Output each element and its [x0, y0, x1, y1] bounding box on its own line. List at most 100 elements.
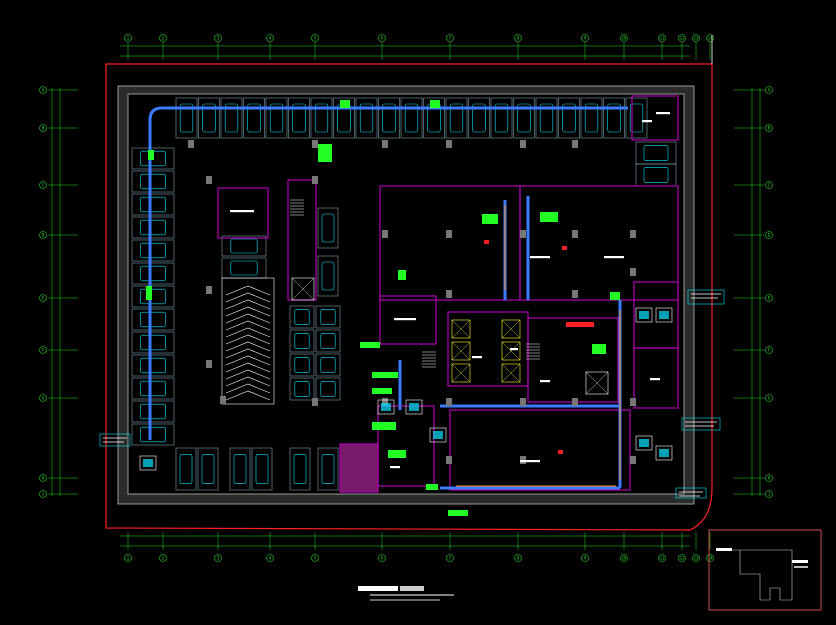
axis-label-top: 1	[127, 36, 130, 41]
axis-label-top: 9	[584, 36, 587, 41]
equipment-tag	[426, 484, 438, 490]
axis-label-bottom: 13	[694, 556, 699, 561]
column	[520, 140, 526, 148]
axis-label-top: 5	[314, 36, 317, 41]
column	[572, 230, 578, 238]
axis-label-right: D	[768, 233, 771, 238]
room-label	[656, 112, 670, 115]
axis-label-bottom: 6	[381, 556, 384, 561]
axis-label-bottom: 11	[660, 556, 665, 561]
axis-label-bottom: 10	[622, 556, 627, 561]
axis-label-top: 7	[449, 36, 452, 41]
axis-label-top: 6	[381, 36, 384, 41]
column	[312, 140, 318, 148]
axis-top: 1 2 3 4 5 6 7 8 9 10 11 12 13 14	[120, 34, 714, 60]
axis-label-left: E	[42, 296, 45, 301]
column	[520, 230, 526, 238]
column	[446, 398, 452, 406]
axis-label-top: 3	[217, 36, 220, 41]
equipment-tag	[482, 214, 498, 224]
equipment-tag	[148, 150, 154, 160]
equipment-tag	[592, 344, 606, 354]
equipment-tag	[318, 144, 332, 162]
equipment-tag	[340, 100, 350, 108]
equipment-tag	[430, 100, 440, 108]
room-label	[394, 318, 416, 321]
axis-label-top: 10	[622, 36, 627, 41]
column	[312, 398, 318, 406]
column	[220, 396, 226, 404]
room-label	[650, 378, 660, 381]
axis-bottom: 1 2 3 4 5 6 7 8 9 10 11 12 13 14	[120, 532, 714, 562]
column	[446, 230, 452, 238]
axis-label-right: E	[768, 296, 771, 301]
axis-label-left: F	[42, 348, 45, 353]
column	[446, 290, 452, 298]
axis-label-bottom: 3	[217, 556, 220, 561]
column	[312, 176, 318, 184]
axis-label-bottom: 7	[449, 556, 452, 561]
axis-label-bottom: 4	[269, 556, 272, 561]
column	[188, 140, 194, 148]
equipment-tag	[610, 292, 620, 300]
column	[572, 290, 578, 298]
column	[630, 230, 636, 238]
room-label	[510, 348, 518, 351]
axis-label-right: F	[768, 348, 771, 353]
equipment-tag	[398, 270, 406, 280]
column	[206, 176, 212, 184]
axis-label-bottom: 12	[680, 556, 685, 561]
room-label	[390, 466, 400, 469]
axis-label-top: 4	[269, 36, 272, 41]
key-plan	[708, 529, 822, 611]
axis-label-left: B	[42, 126, 45, 131]
axis-label-left: C	[42, 183, 45, 188]
equipment-tag	[372, 372, 398, 378]
axis-label-bottom: 5	[314, 556, 317, 561]
column	[520, 398, 526, 406]
axis-label-right: C	[768, 183, 771, 188]
axis-label-right: G	[768, 396, 771, 401]
axis-label-bottom: 1	[127, 556, 130, 561]
column	[630, 456, 636, 464]
axis-label-bottom: 9	[584, 556, 587, 561]
column	[206, 286, 212, 294]
room-label	[604, 256, 624, 259]
axis-label-top: 8	[517, 36, 520, 41]
axis-label-bottom: 8	[517, 556, 520, 561]
axis-right: A B C D E F G H J	[734, 86, 773, 498]
axis-label-bottom: 14	[708, 556, 713, 561]
room-label	[520, 460, 540, 463]
axis-label-right: A	[768, 88, 771, 93]
equipment-tag	[448, 510, 468, 516]
axis-label-left: G	[42, 396, 45, 401]
axis-label-left: H	[42, 476, 45, 481]
axis-label-left: A	[42, 88, 45, 93]
column	[382, 230, 388, 238]
axis-label-right: B	[768, 126, 771, 131]
room-label	[472, 356, 482, 359]
axis-left: A B C D E F G H J	[39, 86, 78, 498]
column	[206, 360, 212, 368]
axis-label-right: H	[768, 476, 771, 481]
equipment-tag	[372, 422, 396, 430]
axis-label-right: J	[768, 492, 770, 497]
axis-label-top: 11	[660, 36, 665, 41]
axis-label-left: D	[42, 233, 45, 238]
column	[572, 398, 578, 406]
equipment-tag	[372, 388, 392, 394]
cad-drawing-canvas: 1 2 3 4 5 6 7 8 9 10 11 12 13 14 1 2 3 4 5 6 7 8 9 10 11 12 13 14 …	[39, 34, 822, 611]
equipment-tag	[146, 286, 152, 300]
axis-label-top: 12	[680, 36, 685, 41]
column	[446, 456, 452, 464]
column	[630, 398, 636, 406]
axis-label-top: 2	[162, 36, 165, 41]
equipment-tag	[360, 342, 380, 348]
room-label	[540, 380, 550, 383]
equipment-tag	[540, 212, 558, 222]
column	[382, 140, 388, 148]
room-label	[230, 210, 254, 213]
equipment-tag	[388, 450, 406, 458]
column	[446, 140, 452, 148]
axis-label-top: 13	[694, 36, 699, 41]
